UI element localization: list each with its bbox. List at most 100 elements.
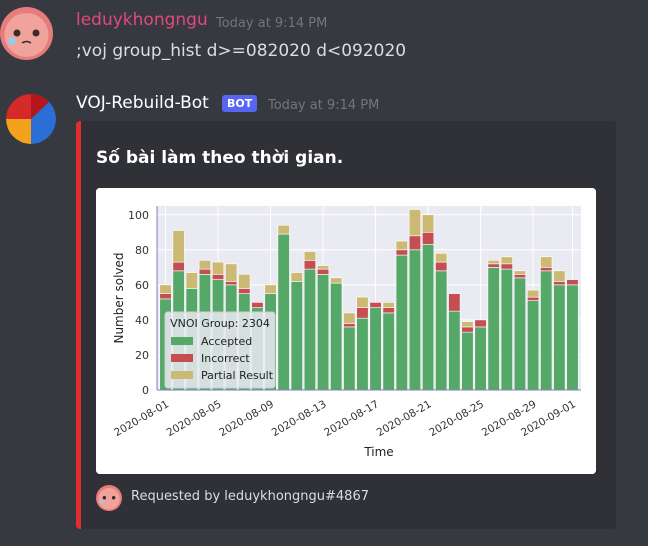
legend-label: Accepted — [201, 335, 252, 348]
bar-segment-accepted — [330, 282, 343, 391]
y-tick-label: 40 — [135, 314, 149, 327]
bar-segment-partial-result — [264, 284, 277, 294]
y-tick-label: 80 — [135, 244, 149, 257]
embed-footer: Requested by leduykhongngu#4867 — [131, 489, 369, 504]
bar-segment-partial-result — [408, 209, 422, 237]
bar-segment-accepted — [421, 244, 435, 391]
bar-segment-incorrect — [238, 288, 251, 294]
bar-segment-partial-result — [395, 240, 408, 251]
bar-segment-accepted — [566, 284, 579, 391]
bar-segment-partial-result — [435, 253, 448, 263]
bar-segment-incorrect — [369, 302, 382, 308]
bot-name[interactable]: VOJ-Rebuild-Bot — [76, 93, 209, 113]
bar-segment-accepted — [527, 300, 540, 391]
bar-segment-incorrect — [382, 307, 395, 314]
x-axis-label: Time — [363, 445, 393, 459]
y-tick-label: 0 — [142, 384, 149, 397]
legend-label: Partial Result — [201, 369, 274, 382]
bar-segment-partial-result — [330, 277, 343, 284]
bar-segment-incorrect — [316, 268, 330, 275]
bar-segment-partial-result — [225, 263, 238, 282]
bar-segment-accepted — [474, 326, 487, 391]
bar-segment-accepted — [553, 284, 566, 391]
y-tick-label: 100 — [128, 209, 149, 222]
embed-card: Số bài làm theo thời gian. 2020-08-01 202… — [76, 121, 616, 529]
bar-segment-incorrect — [500, 263, 513, 270]
user-avatar[interactable] — [0, 7, 53, 60]
bar-segment-partial-result — [211, 261, 225, 275]
bar-segment-incorrect — [527, 296, 540, 301]
legend-label: Incorrect — [201, 352, 250, 365]
bar-segment-partial-result — [356, 296, 369, 308]
bar-segment-incorrect — [553, 281, 566, 286]
embed-title: Số bài làm theo thời gian. — [96, 148, 344, 168]
bar-segment-incorrect — [474, 319, 487, 328]
legend-swatch — [171, 337, 193, 345]
bar-segment-incorrect — [303, 260, 317, 270]
bar-chart: 2020-08-012020-08-052020-08-092020-08-13… — [96, 188, 596, 474]
bar-segment-accepted — [290, 281, 303, 391]
bar-segment-accepted — [448, 310, 461, 391]
bar-segment-partial-result — [303, 251, 317, 261]
bar-segment-partial-result — [277, 224, 290, 235]
bar-segment-accepted — [435, 270, 448, 391]
legend-swatch — [171, 371, 193, 379]
bar-segment-partial-result — [540, 256, 553, 268]
bar-segment-partial-result — [527, 289, 540, 298]
bar-segment-incorrect — [421, 231, 435, 245]
bar-segment-incorrect — [540, 267, 553, 272]
y-axis-label: Number solved — [112, 252, 126, 343]
bar-segment-partial-result — [500, 256, 513, 265]
bot-avatar[interactable] — [6, 94, 56, 144]
bar-segment-accepted — [277, 233, 290, 391]
bar-segment-accepted — [500, 268, 513, 391]
bar-segment-incorrect — [408, 235, 422, 251]
bar-segment-incorrect — [435, 261, 448, 272]
face-icon — [0, 7, 53, 60]
bar-segment-partial-result — [198, 260, 211, 270]
bar-segment-incorrect — [513, 274, 527, 279]
timestamp: Today at 9:14 PM — [268, 98, 380, 113]
bar-segment-incorrect — [356, 307, 369, 319]
bar-segment-incorrect — [159, 293, 172, 300]
bar-segment-partial-result — [382, 302, 395, 308]
author-name[interactable]: leduykhongngu — [76, 10, 208, 30]
bar-segment-accepted — [513, 277, 527, 391]
bar-segment-accepted — [382, 312, 395, 391]
y-tick-label: 20 — [135, 349, 149, 362]
bar-segment-partial-result — [290, 272, 303, 282]
bar-segment-partial-result — [513, 270, 527, 275]
timestamp: Today at 9:14 PM — [216, 16, 328, 31]
bar-segment-incorrect — [395, 249, 408, 256]
bar-segment-incorrect — [448, 293, 461, 312]
bar-segment-partial-result — [421, 214, 435, 233]
bar-segment-accepted — [343, 326, 356, 391]
bar-segment-accepted — [316, 274, 330, 391]
footer-avatar — [96, 485, 122, 511]
bar-segment-partial-result — [316, 265, 330, 270]
bar-segment-accepted — [395, 254, 408, 391]
bar-segment-incorrect — [343, 323, 356, 328]
bar-segment-accepted — [487, 267, 500, 391]
bar-segment-accepted — [461, 331, 474, 391]
bar-segment-partial-result — [487, 260, 500, 265]
bar-segment-incorrect — [225, 281, 238, 286]
bar-segment-incorrect — [172, 261, 185, 272]
bar-segment-partial-result — [159, 284, 172, 294]
bar-segment-incorrect — [251, 302, 264, 308]
bar-segment-incorrect — [461, 326, 474, 333]
legend-title: VNOI Group: 2304 — [170, 317, 270, 330]
bar-segment-incorrect — [566, 279, 579, 286]
bar-segment-partial-result — [238, 274, 251, 289]
chart-image[interactable]: 2020-08-01 2020-08-05 2020-08-09 2020-08-13… — [96, 188, 596, 474]
bot-logo-icon — [6, 94, 56, 144]
bar-segment-partial-result — [553, 270, 566, 282]
bar-segment-partial-result — [172, 230, 185, 263]
message-text: ;voj group_hist d>=082020 d<092020 — [76, 41, 407, 61]
legend-swatch — [171, 354, 193, 362]
embed-accent-bar — [76, 121, 81, 529]
bar-segment-accepted — [356, 317, 369, 391]
bar-segment-incorrect — [198, 268, 211, 275]
bar-segment-partial-result — [185, 272, 198, 289]
bot-badge: BOT — [222, 95, 258, 112]
